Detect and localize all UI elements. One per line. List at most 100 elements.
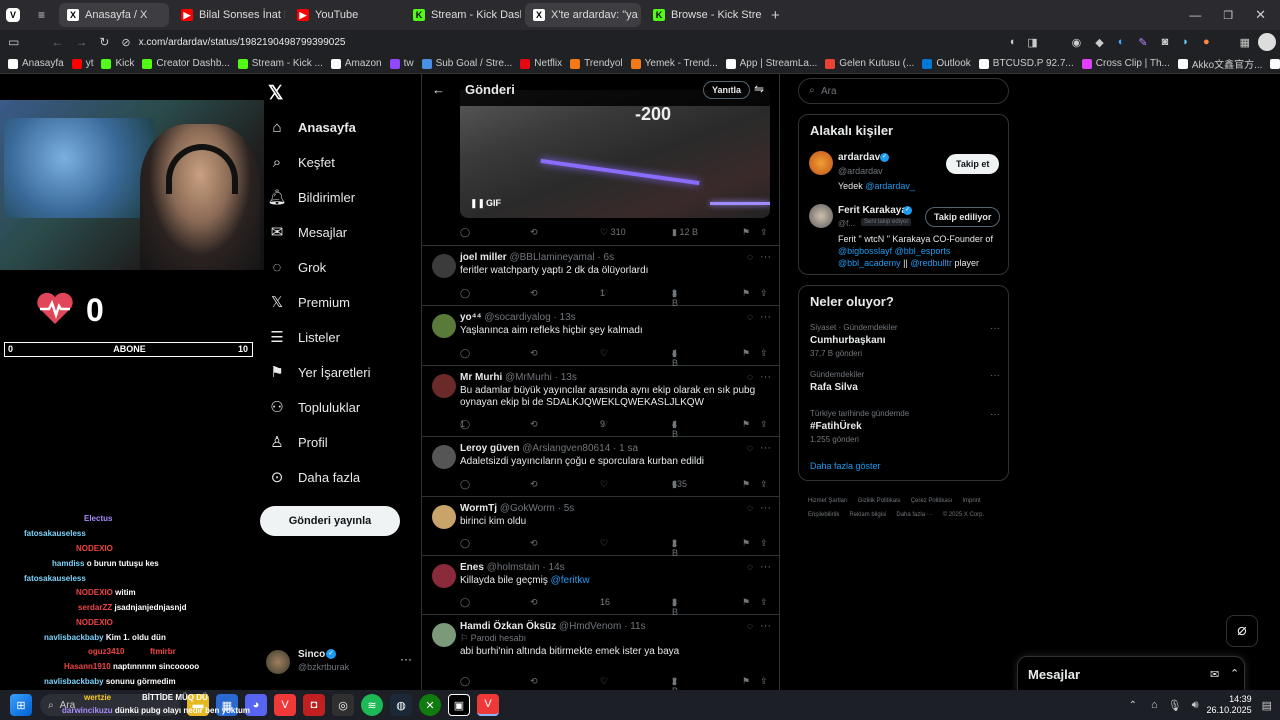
user-avatar[interactable] <box>809 151 833 175</box>
like-button[interactable]: ♡ 1 <box>600 288 608 299</box>
grok-icon[interactable]: ◌ <box>747 503 753 514</box>
more-icon[interactable]: ··· <box>760 502 771 514</box>
user-avatar[interactable] <box>432 374 456 398</box>
views-button[interactable]: ▮ 3 B <box>672 288 678 308</box>
reply-button[interactable]: ◯ <box>460 597 470 608</box>
url-field[interactable]: x.com/ardardav/status/198219049879939902… <box>139 37 346 48</box>
reply-icon[interactable]: ◯ <box>460 227 470 238</box>
bookmark-icon[interactable]: ⚑ <box>742 538 750 549</box>
footer-link[interactable]: Çerez Politikası <box>911 494 953 508</box>
extension-icon[interactable]: ● <box>1203 36 1210 48</box>
share-icon[interactable]: ⇪ <box>760 288 768 299</box>
like-button[interactable]: ♡ <box>600 676 608 687</box>
footer-link[interactable]: Gizlilik Politikası <box>858 494 901 508</box>
obs-icon[interactable]: ◎ <box>332 694 354 716</box>
footer-link[interactable]: Hizmet Şartları <box>808 494 848 508</box>
views-button[interactable]: ▮ 4 B <box>672 419 678 439</box>
tweet-reply[interactable]: WormTj @GokWorm · 5s ◌ ··· birinci kim oldu… <box>422 497 779 558</box>
nav-bookmarks[interactable]: ⚑ Yer İşaretleri <box>268 363 370 381</box>
close-window-icon[interactable]: ✕ <box>1255 7 1266 23</box>
bookmark-item[interactable]: Netflix <box>520 58 562 69</box>
profile-avatar[interactable] <box>1258 33 1276 51</box>
gif-video[interactable]: -200 ❚❚ GIF <box>460 90 770 218</box>
bookmark-item[interactable]: Amazon <box>330 58 382 69</box>
bookmark-item[interactable]: Yemek - Trend... <box>630 58 718 69</box>
more-icon[interactable]: ··· <box>760 620 771 632</box>
tweet-author[interactable]: joel miller <box>460 252 507 263</box>
post-button[interactable]: Gönderi yayınla <box>260 506 400 536</box>
views-button[interactable]: ▮ 3 B <box>672 597 678 617</box>
bookmark-item[interactable]: Gelen Kutusu (... <box>825 58 914 69</box>
spotify-icon[interactable]: ≋ <box>361 694 383 716</box>
retweet-icon[interactable]: ⟲ <box>530 538 538 549</box>
retweet-icon[interactable]: ⟲ <box>530 288 538 299</box>
footer-link[interactable]: Erişilebilirlik <box>808 508 839 522</box>
share-icon[interactable]: ⇪ <box>760 227 768 238</box>
tab-bilal-sonses[interactable]: ▶Bilal Sonses İnat Keçi sözer <box>173 3 285 27</box>
tab-anasayfa[interactable]: X Anasayfa / X <box>59 3 170 27</box>
grok-icon[interactable]: ◌ <box>747 443 753 454</box>
more-icon[interactable]: ··· <box>990 409 1000 420</box>
bookmark-item[interactable]: tw <box>389 58 414 69</box>
tweet-reply[interactable]: Leroy güven @Arslangven80614 · 1 sa ◌ ··· A… <box>422 437 779 497</box>
messages-drawer[interactable]: Mesajlar ✉ ⌃ <box>1017 656 1245 694</box>
extension-icon[interactable]: ◆ <box>1095 36 1103 49</box>
like-button[interactable]: ♡ <box>600 479 608 490</box>
user-avatar[interactable] <box>432 505 456 529</box>
extension-icon[interactable]: ◉ <box>1072 36 1082 49</box>
nav-premium[interactable]: 𝕏 Premium <box>268 293 350 311</box>
tweet-author[interactable]: Hamdi Özkan Öksüz <box>460 621 556 632</box>
user-avatar[interactable] <box>432 564 456 588</box>
nav-profile[interactable]: ♙ Profil <box>268 433 327 451</box>
tweet-author[interactable]: Enes <box>460 562 484 573</box>
views-button[interactable]: ▮ 635 <box>672 479 687 490</box>
nav-notifications[interactable]: 🔔︎ Bildirimler <box>267 188 355 206</box>
footer-link[interactable]: Imprint <box>962 494 980 508</box>
vivaldi-active-icon[interactable]: V <box>477 694 499 716</box>
share-icon[interactable]: ⇪ <box>760 479 768 490</box>
retweet-icon[interactable]: ⟲ <box>530 227 538 238</box>
reply-button[interactable]: ◯ <box>460 538 470 549</box>
tweet-reply[interactable]: yo⁴⁴ @socardiyalog · 13s ◌ ··· Yaşlanınca a… <box>422 306 779 368</box>
more-icon[interactable]: ··· <box>990 323 1000 334</box>
new-tab-icon[interactable]: + <box>771 7 780 24</box>
trend-item[interactable]: Gündemdekiler Rafa Silva ··· <box>810 370 1000 396</box>
nav-explore[interactable]: ⌕ Keşfet <box>268 153 335 171</box>
user-avatar[interactable] <box>432 623 456 647</box>
xbox-icon[interactable]: ✕ <box>419 694 441 716</box>
retweet-icon[interactable]: ⟲ <box>530 348 538 359</box>
share-icon[interactable]: ⇪ <box>760 676 768 687</box>
tweet-author[interactable]: yo⁴⁴ <box>460 312 482 323</box>
reply-button[interactable]: ◯ <box>460 479 470 490</box>
filter-icon[interactable]: ⇋ <box>754 82 764 96</box>
extension-icon[interactable]: ◗ <box>1182 36 1189 48</box>
account-switcher[interactable]: Sinco ✓ @bzkrtburak ··· <box>266 648 416 676</box>
bookmark-item[interactable]: Anasayfa <box>8 58 64 69</box>
views-button[interactable]: ▮ 2 B <box>672 538 678 558</box>
reply-button[interactable]: ◯ <box>460 348 470 359</box>
share-icon[interactable]: ⇪ <box>760 538 768 549</box>
user-name[interactable]: Ferit Karakaya <box>838 205 907 216</box>
reply-button[interactable]: ◯ <box>460 288 470 299</box>
new-message-icon[interactable]: ✉ <box>1210 668 1219 681</box>
bookmark-item[interactable]: yt <box>71 58 93 69</box>
grok-icon[interactable]: ◌ <box>747 372 753 383</box>
tray-chevron-icon[interactable]: ⌃ <box>1129 700 1137 711</box>
like-button[interactable]: ♡ <box>600 348 608 359</box>
more-icon[interactable]: ··· <box>760 251 771 263</box>
more-icon[interactable]: ··· <box>760 561 771 573</box>
share-icon[interactable]: ⇪ <box>760 597 768 608</box>
minimize-icon[interactable]: — <box>1189 8 1201 22</box>
like-button[interactable]: ♡ <box>600 538 608 549</box>
trend-item[interactable]: Siyaset · Gündemdekiler Cumhurbaşkanı 37,7… <box>810 323 1000 358</box>
tab-kick-browse[interactable]: KBrowse - Kick Streaming <box>645 3 761 27</box>
views-button[interactable]: ▮ 12 B <box>672 227 698 238</box>
bookmark-item[interactable]: Sub Goal / Stre... <box>421 58 512 69</box>
bookmark-icon[interactable]: ⚑ <box>742 288 750 299</box>
tweet-reply[interactable]: Mr Murhi @MrMurhi · 13s ◌ ··· Bu adamlar bü… <box>422 366 779 439</box>
bookmark-icon[interactable]: ⚑ <box>742 348 750 359</box>
bookmark-icon[interactable]: ⚑ <box>742 676 750 687</box>
bookmark-item[interactable]: Trendyol <box>570 58 623 69</box>
panel-icon[interactable]: ▦ <box>1240 36 1250 49</box>
tweet-reply[interactable]: Enes @holmstain · 14s ◌ ··· Killayda bile g… <box>422 556 779 617</box>
